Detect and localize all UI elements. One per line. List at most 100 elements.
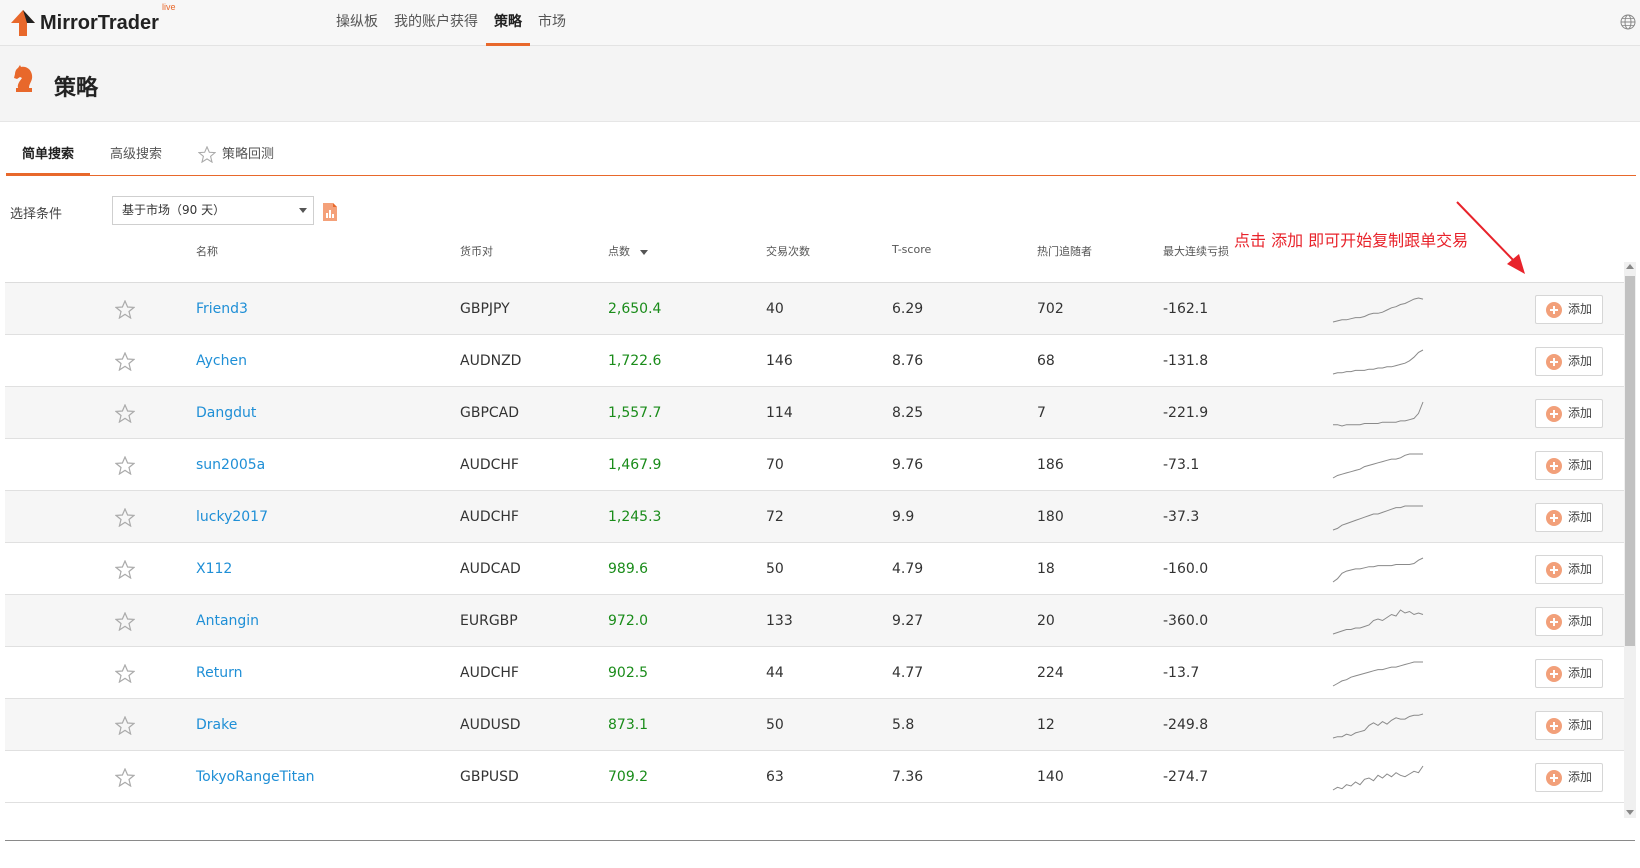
globe-icon[interactable] xyxy=(1620,14,1636,30)
table-row[interactable]: Drake AUDUSD 873.1 50 5.8 12 -249.8 添加 xyxy=(5,699,1625,751)
scroll-up-icon[interactable] xyxy=(1626,264,1634,269)
strategy-name-link[interactable]: Drake xyxy=(196,717,237,733)
strategy-name-link[interactable]: lucky2017 xyxy=(196,509,268,525)
drawdown-cell: -162.1 xyxy=(1163,301,1209,317)
drawdown-cell: -221.9 xyxy=(1163,405,1209,421)
annotation-arrow-icon xyxy=(1456,201,1525,274)
star-outline-icon[interactable] xyxy=(115,664,135,683)
trades-cell: 50 xyxy=(766,717,784,733)
strategy-name-link[interactable]: Antangin xyxy=(196,613,259,629)
followers-cell: 12 xyxy=(1037,717,1055,733)
export-report-icon[interactable] xyxy=(322,202,338,222)
column-header-points[interactable]: 点数 xyxy=(608,243,648,259)
table-row[interactable]: sun2005a AUDCHF 1,467.9 70 9.76 186 -73.… xyxy=(5,439,1625,491)
star-outline-icon[interactable] xyxy=(115,352,135,371)
table-scrollbar[interactable] xyxy=(1624,262,1636,818)
plus-circle-icon xyxy=(1546,770,1562,786)
tab-simple-search[interactable]: 简单搜索 xyxy=(6,135,90,176)
brand-logo[interactable]: MirrorTrader xyxy=(10,8,159,38)
scroll-down-icon[interactable] xyxy=(1626,810,1634,815)
star-outline-icon[interactable] xyxy=(115,612,135,631)
plus-circle-icon xyxy=(1546,406,1562,422)
add-strategy-button[interactable]: 添加 xyxy=(1535,451,1603,480)
star-outline-icon[interactable] xyxy=(115,560,135,579)
star-outline-icon[interactable] xyxy=(115,716,135,735)
brand-name: MirrorTrader xyxy=(40,11,159,34)
tab-advanced-search[interactable]: 高级搜索 xyxy=(110,135,162,176)
table-row[interactable]: lucky2017 AUDCHF 1,245.3 72 9.9 180 -37.… xyxy=(5,491,1625,543)
add-strategy-button[interactable]: 添加 xyxy=(1535,503,1603,532)
column-header-points-label: 点数 xyxy=(608,245,630,258)
star-outline-icon[interactable] xyxy=(115,404,135,423)
annotation-text: 点击 添加 即可开始复制跟单交易 xyxy=(1234,231,1469,250)
table-row[interactable]: Aychen AUDNZD 1,722.6 146 8.76 68 -131.8… xyxy=(5,335,1625,387)
column-header-followers[interactable]: 热门追随者 xyxy=(1037,243,1092,259)
strategy-name-link[interactable]: X112 xyxy=(196,561,232,577)
tab-backtest[interactable]: 策略回测 xyxy=(198,135,274,176)
chess-knight-icon xyxy=(14,65,33,92)
table-row[interactable]: Dangdut GBPCAD 1,557.7 114 8.25 7 -221.9… xyxy=(5,387,1625,439)
add-strategy-button[interactable]: 添加 xyxy=(1535,607,1603,636)
points-cell: 1,245.3 xyxy=(608,509,662,525)
sort-desc-icon xyxy=(640,249,648,255)
add-strategy-button[interactable]: 添加 xyxy=(1535,763,1603,792)
drawdown-cell: -37.3 xyxy=(1163,509,1200,525)
brand-live-badge: live xyxy=(162,2,176,12)
column-header-tscore[interactable]: T-score xyxy=(892,243,931,256)
strategy-name-link[interactable]: Return xyxy=(196,665,242,681)
pair-cell: AUDCHF xyxy=(460,665,519,681)
tscore-cell: 9.9 xyxy=(892,509,915,525)
followers-cell: 702 xyxy=(1037,301,1064,317)
table-row[interactable]: X112 AUDCAD 989.6 50 4.79 18 -160.0 添加 xyxy=(5,543,1625,595)
followers-cell: 20 xyxy=(1037,613,1055,629)
add-button-label: 添加 xyxy=(1568,562,1593,576)
add-button-label: 添加 xyxy=(1568,718,1593,732)
followers-cell: 224 xyxy=(1037,665,1064,681)
points-cell: 2,650.4 xyxy=(608,301,662,317)
add-button-label: 添加 xyxy=(1568,302,1593,316)
performance-sparkline xyxy=(1332,765,1424,791)
strategy-name-link[interactable]: TokyoRangeTitan xyxy=(196,769,315,785)
column-header-drawdown[interactable]: 最大连续亏损 xyxy=(1163,243,1229,259)
nav-item-dashboard[interactable]: 操纵板 xyxy=(328,0,386,46)
nav-item-account[interactable]: 我的账户获得 xyxy=(386,0,486,46)
table-row[interactable]: Return AUDCHF 902.5 44 4.77 224 -13.7 添加 xyxy=(5,647,1625,699)
plus-circle-icon xyxy=(1546,354,1562,370)
followers-cell: 68 xyxy=(1037,353,1055,369)
strategy-name-link[interactable]: sun2005a xyxy=(196,457,265,473)
column-header-pair[interactable]: 货币对 xyxy=(460,243,493,259)
nav-item-strategies[interactable]: 策略 xyxy=(486,0,530,46)
add-strategy-button[interactable]: 添加 xyxy=(1535,711,1603,740)
add-button-label: 添加 xyxy=(1568,406,1593,420)
star-outline-icon[interactable] xyxy=(115,456,135,475)
table-row[interactable]: Antangin EURGBP 972.0 133 9.27 20 -360.0… xyxy=(5,595,1625,647)
strategy-name-link[interactable]: Aychen xyxy=(196,353,247,369)
followers-cell: 18 xyxy=(1037,561,1055,577)
column-header-name[interactable]: 名称 xyxy=(196,243,218,259)
market-filter-select[interactable]: 基于市场（90 天） xyxy=(112,196,314,225)
add-strategy-button[interactable]: 添加 xyxy=(1535,347,1603,376)
strategy-name-link[interactable]: Friend3 xyxy=(196,301,248,317)
plus-circle-icon xyxy=(1546,718,1562,734)
nav-item-market[interactable]: 市场 xyxy=(530,0,574,46)
tscore-cell: 4.79 xyxy=(892,561,924,577)
add-strategy-button[interactable]: 添加 xyxy=(1535,555,1603,584)
performance-sparkline xyxy=(1332,349,1424,375)
strategy-name-link[interactable]: Dangdut xyxy=(196,405,256,421)
add-strategy-button[interactable]: 添加 xyxy=(1535,399,1603,428)
sparkline-path xyxy=(1332,453,1423,479)
star-outline-icon[interactable] xyxy=(115,300,135,319)
table-row[interactable]: Friend3 GBPJPY 2,650.4 40 6.29 702 -162.… xyxy=(5,283,1625,335)
tscore-cell: 9.27 xyxy=(892,613,924,629)
scrollbar-thumb[interactable] xyxy=(1625,276,1635,646)
pair-cell: AUDCAD xyxy=(460,561,521,577)
drawdown-cell: -160.0 xyxy=(1163,561,1209,577)
star-outline-icon[interactable] xyxy=(115,768,135,787)
add-strategy-button[interactable]: 添加 xyxy=(1535,659,1603,688)
star-outline-icon[interactable] xyxy=(115,508,135,527)
add-strategy-button[interactable]: 添加 xyxy=(1535,295,1603,324)
star-outline-icon xyxy=(198,146,216,163)
points-cell: 1,557.7 xyxy=(608,405,662,421)
table-row[interactable]: TokyoRangeTitan GBPUSD 709.2 63 7.36 140… xyxy=(5,751,1625,803)
column-header-trades[interactable]: 交易次数 xyxy=(766,243,810,259)
